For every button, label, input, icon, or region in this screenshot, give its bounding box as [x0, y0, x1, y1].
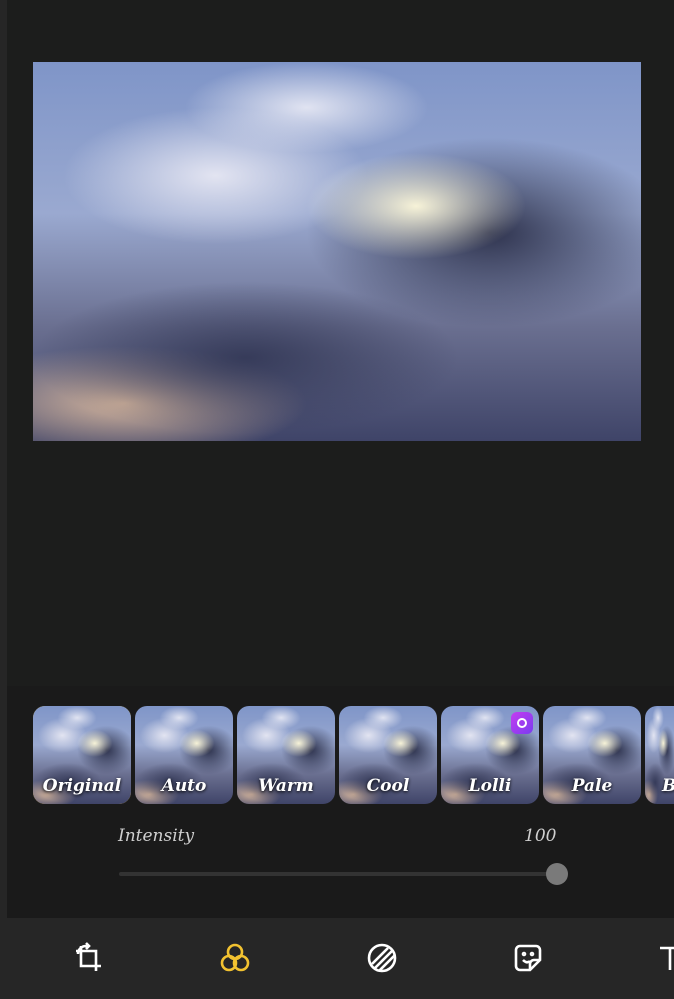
filter-label: Pale — [571, 776, 613, 796]
filter-warm[interactable]: Warm — [237, 706, 335, 804]
text-icon[interactable] — [658, 940, 674, 976]
filter-label: Original — [42, 776, 122, 796]
intensity-slider[interactable] — [119, 872, 557, 876]
filter-label: Lolli — [468, 776, 512, 796]
filter-b[interactable]: B — [645, 706, 674, 804]
filter-lolli[interactable]: Lolli — [441, 706, 539, 804]
filter-pale[interactable]: Pale — [543, 706, 641, 804]
filter-original[interactable]: Original — [33, 706, 131, 804]
intensity-label: Intensity — [118, 826, 195, 846]
filter-icon[interactable] — [217, 940, 253, 976]
filter-label: Cool — [366, 776, 410, 796]
intensity-slider-handle[interactable] — [546, 863, 568, 885]
bottom-toolbar — [7, 918, 674, 999]
intensity-value: 100 — [524, 826, 557, 846]
filter-cool[interactable]: Cool — [339, 706, 437, 804]
filter-label: Auto — [161, 776, 207, 796]
filter-label: B — [645, 776, 674, 796]
adjust-icon[interactable] — [364, 940, 400, 976]
photo-preview — [33, 62, 641, 441]
filter-label: Warm — [258, 776, 314, 796]
premium-badge-icon — [511, 712, 533, 734]
left-edge — [0, 0, 7, 999]
crop-rotate-icon[interactable] — [70, 940, 106, 976]
sticker-icon[interactable] — [510, 940, 546, 976]
filter-auto[interactable]: Auto — [135, 706, 233, 804]
